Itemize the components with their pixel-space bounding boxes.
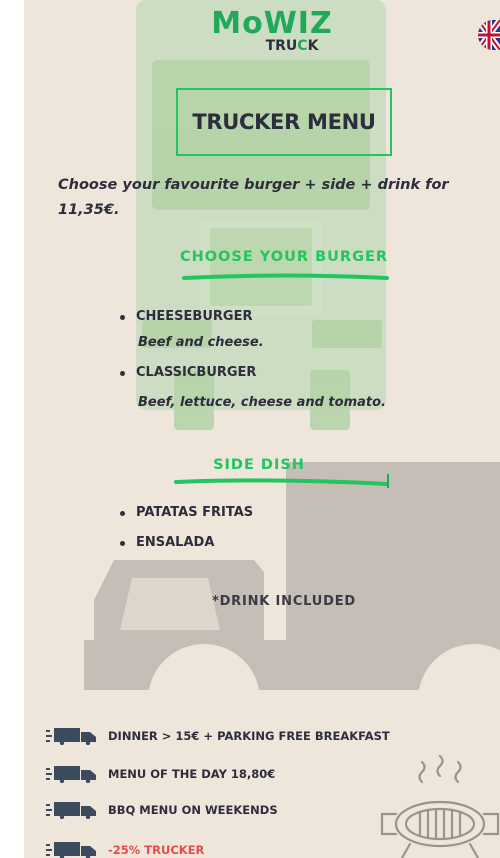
promo-text: DINNER > 15€ + PARKING FREE BREAKFAST <box>108 729 390 743</box>
promo-item: DINNER > 15€ + PARKING FREE BREAKFAST <box>46 724 390 748</box>
truck-icon <box>46 802 96 819</box>
promo-text-highlight: -25% TRUCKER <box>108 843 205 857</box>
burger-name: CHEESEBURGER <box>118 307 498 327</box>
truck-icon <box>46 766 96 783</box>
brand-logo[interactable]: MoWIZ TRUCK <box>202 6 342 55</box>
list-item: CLASSICBURGER Beef, lettuce, cheese and … <box>118 363 498 413</box>
page-title: TRUCKER MENU <box>192 110 376 134</box>
burger-desc: Beef, lettuce, cheese and tomato. <box>138 395 386 410</box>
bbq-grill-icon <box>380 754 500 858</box>
promo-item: BBQ MENU ON WEEKENDS <box>46 798 278 822</box>
menu-intro: Choose your favourite burger + side + dr… <box>58 177 449 218</box>
truck-icon <box>46 728 96 745</box>
side-heading: SIDE DISH <box>213 457 305 473</box>
side-list: PATATAS FRITAS ENSALADA <box>118 503 418 553</box>
text-cursor <box>387 474 389 488</box>
side-name: PATATAS FRITAS <box>118 503 418 523</box>
drink-note: *DRINK INCLUDED <box>211 594 356 609</box>
promo-item: -25% TRUCKER <box>46 838 204 858</box>
burger-heading-underline <box>182 273 389 280</box>
logo-wordmark: MoWIZ <box>211 6 333 41</box>
uk-flag-icon[interactable] <box>478 20 500 50</box>
promo-item: MENU OF THE DAY 18,80€ <box>46 762 275 786</box>
truck-icon <box>46 842 96 858</box>
burger-heading: CHOOSE YOUR BURGER <box>179 249 389 265</box>
promo-text: BBQ MENU ON WEEKENDS <box>108 803 278 817</box>
side-heading-underline <box>174 478 388 486</box>
burger-list: CHEESEBURGER Beef and cheese. CLASSICBUR… <box>118 307 498 413</box>
list-item: CHEESEBURGER Beef and cheese. <box>118 307 498 353</box>
menu-page: MoWIZ TRUCK TRUCKER MENU Choose your fav… <box>24 0 500 858</box>
menu-title-box: TRUCKER MENU <box>176 88 392 156</box>
list-item: PATATAS FRITAS <box>118 503 418 523</box>
list-item: ENSALADA <box>118 533 418 553</box>
side-name: ENSALADA <box>118 533 418 553</box>
promo-text: MENU OF THE DAY 18,80€ <box>108 767 276 781</box>
burger-name: CLASSICBURGER <box>118 363 498 383</box>
burger-desc: Beef and cheese. <box>138 335 264 350</box>
